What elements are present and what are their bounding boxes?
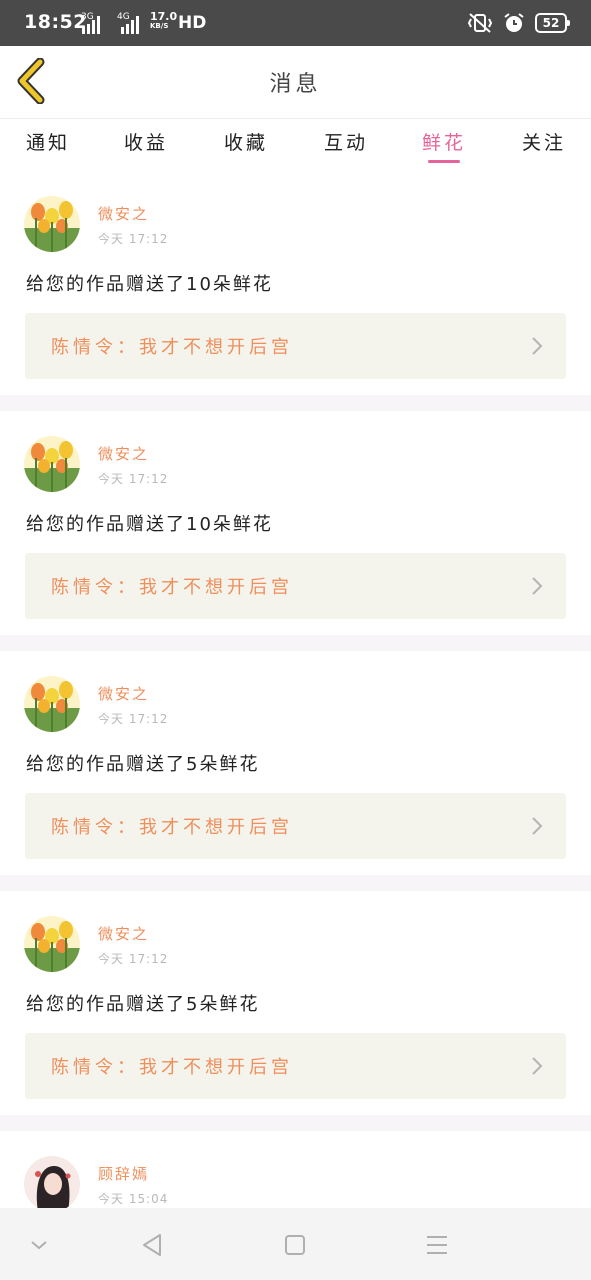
username[interactable]: 顾辞嫣 xyxy=(98,1163,149,1184)
username[interactable]: 微安之 xyxy=(98,923,149,944)
tulip-avatar-icon xyxy=(24,916,80,972)
work-title: 陈情令：我才不想开后宫 xyxy=(51,337,293,358)
chevron-right-icon xyxy=(532,577,543,595)
message-time: 今天 17:12 xyxy=(98,712,169,726)
message-card: 微安之 今天 17:12 给您的作品赠送了10朵鲜花 陈情令：我才不想开后宫 xyxy=(0,412,591,634)
message-text: 给您的作品赠送了5朵鲜花 xyxy=(26,754,260,775)
menu-icon[interactable] xyxy=(422,1230,452,1260)
chevron-right-icon xyxy=(532,1057,543,1075)
network-speed: 17.0 KB/S xyxy=(150,11,177,31)
work-link[interactable]: 陈情令：我才不想开后宫 xyxy=(25,1033,566,1099)
work-title: 陈情令：我才不想开后宫 xyxy=(51,577,293,598)
message-text: 给您的作品赠送了10朵鲜花 xyxy=(26,274,273,295)
status-bar: 18:52 3G 4G 17.0 KB/S HD 52 xyxy=(0,0,591,46)
speed-unit: KB/S xyxy=(150,22,169,30)
vibrate-icon xyxy=(467,13,493,33)
tab-bar: 通知 收益 收藏 互动 鲜花 关注 xyxy=(0,119,591,171)
system-nav-bar xyxy=(0,1208,591,1280)
work-link[interactable]: 陈情令：我才不想开后宫 xyxy=(25,313,566,379)
battery-level: 52 xyxy=(542,16,560,30)
tab-notifications[interactable]: 通知 xyxy=(26,128,70,155)
message-text: 给您的作品赠送了5朵鲜花 xyxy=(26,994,260,1015)
divider xyxy=(0,1115,591,1131)
active-tab-indicator xyxy=(428,160,460,163)
avatar[interactable] xyxy=(24,196,80,252)
back-triangle-icon[interactable] xyxy=(138,1230,168,1260)
tab-flowers[interactable]: 鲜花 xyxy=(422,128,466,155)
message-card: 顾辞嫣 今天 15:04 xyxy=(0,1132,591,1208)
alarm-icon xyxy=(504,13,524,32)
tab-earnings[interactable]: 收益 xyxy=(124,128,168,155)
anime-girl-avatar-icon xyxy=(24,1156,80,1208)
message-time: 今天 15:04 xyxy=(98,1192,169,1206)
work-title: 陈情令：我才不想开后宫 xyxy=(51,817,293,838)
work-link[interactable]: 陈情令：我才不想开后宫 xyxy=(25,793,566,859)
avatar[interactable] xyxy=(24,916,80,972)
work-title: 陈情令：我才不想开后宫 xyxy=(51,1057,293,1078)
chevron-right-icon xyxy=(532,817,543,835)
message-time: 今天 17:12 xyxy=(98,232,169,246)
tulip-avatar-icon xyxy=(24,676,80,732)
header: 消息 xyxy=(0,46,591,119)
message-card: 微安之 今天 17:12 给您的作品赠送了10朵鲜花 陈情令：我才不想开后宫 xyxy=(0,172,591,394)
chevron-right-icon xyxy=(532,337,543,355)
page-title: 消息 xyxy=(269,72,322,97)
divider xyxy=(0,395,591,411)
message-card: 微安之 今天 17:12 给您的作品赠送了5朵鲜花 陈情令：我才不想开后宫 xyxy=(0,652,591,874)
signal-icon xyxy=(82,16,100,34)
tab-favorites[interactable]: 收藏 xyxy=(224,128,268,155)
avatar[interactable] xyxy=(24,676,80,732)
tulip-avatar-icon xyxy=(24,436,80,492)
tulip-avatar-icon xyxy=(24,196,80,252)
divider xyxy=(0,875,591,891)
message-time: 今天 17:12 xyxy=(98,472,169,486)
battery-indicator: 52 xyxy=(535,13,570,33)
chevron-down-icon[interactable] xyxy=(24,1230,54,1260)
username[interactable]: 微安之 xyxy=(98,683,149,704)
hd-indicator: HD xyxy=(178,13,207,33)
username[interactable]: 微安之 xyxy=(98,203,149,224)
tab-interactions[interactable]: 互动 xyxy=(324,128,368,155)
username[interactable]: 微安之 xyxy=(98,443,149,464)
home-square-icon[interactable] xyxy=(280,1230,310,1260)
message-time: 今天 17:12 xyxy=(98,952,169,966)
signal-icon-2 xyxy=(121,16,139,34)
avatar[interactable] xyxy=(24,1156,80,1208)
message-card: 微安之 今天 17:12 给您的作品赠送了5朵鲜花 陈情令：我才不想开后宫 xyxy=(0,892,591,1114)
message-text: 给您的作品赠送了10朵鲜花 xyxy=(26,514,273,535)
status-time: 18:52 xyxy=(24,11,87,33)
avatar[interactable] xyxy=(24,436,80,492)
work-link[interactable]: 陈情令：我才不想开后宫 xyxy=(25,553,566,619)
divider xyxy=(0,635,591,651)
tab-following[interactable]: 关注 xyxy=(522,128,566,155)
